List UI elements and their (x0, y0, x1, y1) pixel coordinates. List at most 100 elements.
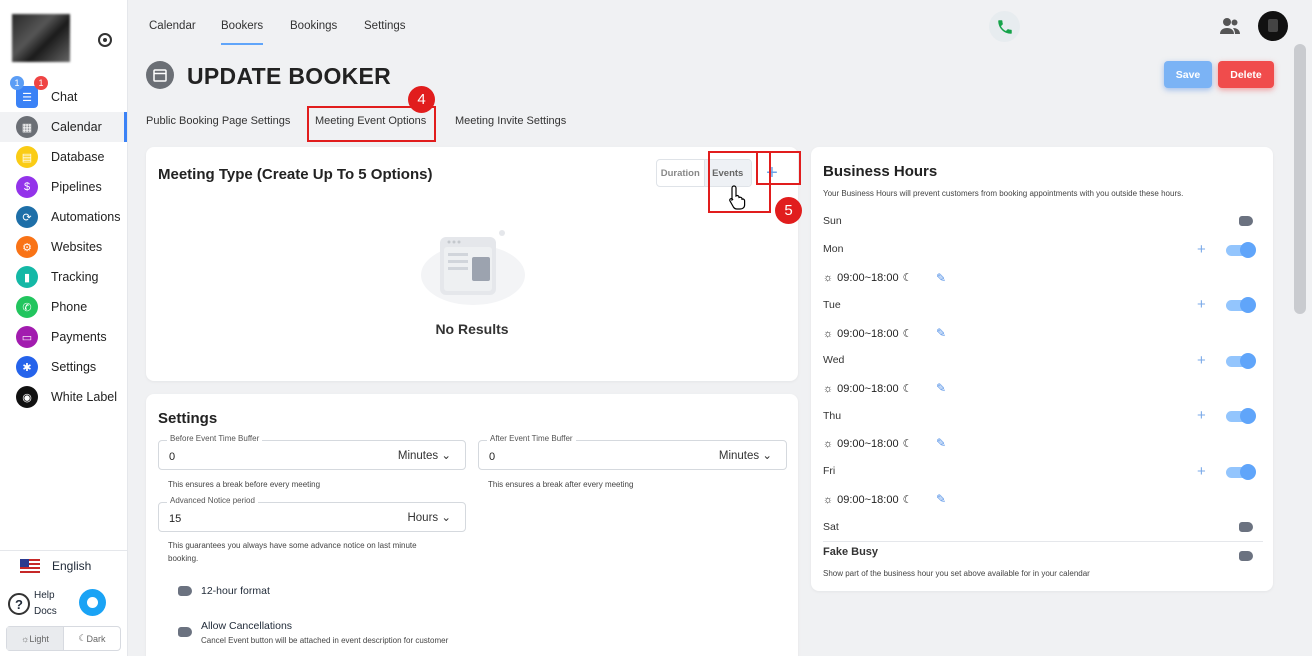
sidebar-item-label: Chat (51, 90, 78, 104)
sidebar-item-settings[interactable]: ✱ Settings (0, 352, 127, 382)
duration-option[interactable]: Duration (657, 160, 704, 186)
tracking-icon: ▮ (16, 266, 38, 288)
sun-icon: ☼ (823, 382, 834, 395)
sun-icon: ☼ (823, 493, 834, 506)
theme-light-label: Light (29, 633, 49, 644)
day-tue: Tue (823, 299, 841, 311)
tab-meeting-invite-settings[interactable]: Meeting Invite Settings (455, 115, 566, 127)
sidebar-item-chat[interactable]: 1 1 ☰ Chat (0, 76, 127, 112)
sidebar-item-calendar[interactable]: ▦ Calendar (0, 112, 127, 142)
page-scrollbar[interactable] (1294, 44, 1306, 314)
wed-time: 09:00~18:00 (837, 382, 899, 395)
users-icon[interactable] (1220, 17, 1240, 35)
fri-add-button[interactable]: + (1197, 463, 1206, 480)
page-title: UPDATE BOOKER (187, 63, 392, 89)
highlight-box-plus (756, 151, 801, 185)
tab-public-booking-page-settings[interactable]: Public Booking Page Settings (146, 115, 290, 127)
top-tab-calendar[interactable]: Calendar (149, 20, 196, 32)
sidebar-item-payments[interactable]: ▭ Payments (0, 322, 127, 352)
save-button[interactable]: Save (1164, 61, 1212, 88)
sidebar-item-database[interactable]: ▤ Database (0, 142, 127, 172)
advanced-notice-unit-select[interactable]: Hours ⌄ (407, 510, 451, 524)
company-logo[interactable] (12, 14, 70, 62)
after-buffer-unit: Minutes (718, 450, 760, 462)
chevron-down-icon: ⌄ (762, 450, 772, 462)
account-switch-icon[interactable] (98, 33, 112, 47)
help-label: Help (34, 590, 55, 601)
sidebar-item-automations[interactable]: ⟳ Automations (0, 202, 127, 232)
thu-edit-icon[interactable]: ✎ (936, 436, 946, 450)
sidebar-item-label: Automations (51, 210, 121, 224)
wed-add-button[interactable]: + (1197, 352, 1206, 369)
tue-toggle[interactable] (1226, 297, 1256, 313)
theme-dark-button[interactable]: ☾ Dark (64, 627, 120, 650)
phone-icon (997, 19, 1012, 34)
mon-toggle[interactable] (1226, 242, 1256, 258)
phone-call-button[interactable] (989, 11, 1020, 42)
allow-cancellations-help: Cancel Event button will be attached in … (201, 636, 449, 645)
moon-icon: ☾ (902, 438, 913, 450)
sun-icon: ☼ (823, 437, 834, 450)
settings-icon: ✱ (16, 356, 38, 378)
mon-time-row: ☼ 09:00~18:00 ☾ (823, 271, 913, 285)
mon-add-button[interactable]: + (1197, 241, 1206, 258)
thu-toggle[interactable] (1226, 408, 1256, 424)
thu-time: 09:00~18:00 (837, 437, 899, 450)
fake-busy-toggle[interactable] (1239, 551, 1253, 561)
websites-icon: ⚙ (16, 236, 38, 258)
theme-switch: ☼ Light ☾ Dark (6, 626, 121, 651)
tue-time-row: ☼ 09:00~18:00 ☾ (823, 327, 912, 341)
before-buffer-unit-select[interactable]: Minutes ⌄ (398, 448, 451, 462)
automations-icon: ⟳ (16, 206, 38, 228)
sidebar-item-phone[interactable]: ✆ Phone (0, 292, 127, 322)
step-badge-5: 5 (775, 197, 802, 224)
business-hours-subtitle: Your Business Hours will prevent custome… (823, 189, 1184, 198)
no-results-text: No Results (435, 321, 509, 337)
wed-toggle[interactable] (1226, 353, 1256, 369)
top-tab-bookings[interactable]: Bookings (290, 20, 337, 32)
after-buffer-label: After Event Time Buffer (487, 434, 576, 443)
mon-edit-icon[interactable]: ✎ (936, 271, 946, 285)
allow-cancellations-toggle[interactable] (178, 627, 192, 637)
language-selector[interactable]: English (0, 550, 127, 580)
moon-icon: ☾ (902, 272, 913, 284)
us-flag-icon (20, 558, 40, 573)
tue-edit-icon[interactable]: ✎ (936, 326, 946, 340)
advanced-notice-help-line2: booking. (168, 554, 199, 563)
top-tab-settings[interactable]: Settings (364, 20, 406, 32)
before-buffer-field[interactable]: Before Event Time Buffer 0 Minutes ⌄ (158, 434, 466, 470)
day-thu: Thu (823, 410, 842, 422)
after-buffer-value: 0 (489, 451, 496, 463)
fri-time-row: ☼ 09:00~18:00 ☾ (823, 493, 912, 507)
user-avatar[interactable] (1258, 11, 1288, 41)
payments-icon: ▭ (16, 326, 38, 348)
thu-time-row: ☼ 09:00~18:00 ☾ (823, 437, 913, 451)
after-buffer-field[interactable]: After Event Time Buffer 0 Minutes ⌄ (478, 434, 787, 470)
hour12-toggle[interactable] (178, 586, 192, 596)
sidebar-item-white-label[interactable]: ◉ White Label (0, 382, 127, 412)
fri-time: 09:00~18:00 (837, 493, 899, 506)
top-tab-bookers[interactable]: Bookers (221, 20, 264, 45)
business-hours-title: Business Hours (823, 163, 938, 180)
support-chat-icon[interactable] (79, 589, 106, 616)
tue-add-button[interactable]: + (1197, 296, 1206, 313)
fri-toggle[interactable] (1226, 464, 1256, 480)
thu-add-button[interactable]: + (1197, 407, 1206, 424)
sat-toggle[interactable] (1239, 522, 1253, 532)
business-hours-card: Business Hours Your Business Hours will … (811, 147, 1273, 591)
after-buffer-unit-select[interactable]: Minutes ⌄ (719, 448, 772, 462)
theme-light-button[interactable]: ☼ Light (7, 627, 64, 650)
wed-edit-icon[interactable]: ✎ (936, 381, 946, 395)
sun-toggle[interactable] (1239, 216, 1253, 226)
palette-icon: ◉ (16, 386, 38, 408)
delete-button[interactable]: Delete (1218, 61, 1274, 88)
sidebar-item-websites[interactable]: ⚙ Websites (0, 232, 127, 262)
moon-icon: ☾ (902, 383, 913, 395)
help-docs-link[interactable]: ? Help Docs (8, 588, 57, 620)
advanced-notice-field[interactable]: Advanced Notice period 15 Hours ⌄ (158, 496, 466, 532)
fri-edit-icon[interactable]: ✎ (936, 492, 946, 506)
sidebar-item-pipelines[interactable]: $ Pipelines (0, 172, 127, 202)
sidebar-item-tracking[interactable]: ▮ Tracking (0, 262, 127, 292)
meeting-type-card: Meeting Type (Create Up To 5 Options) Du… (146, 147, 798, 381)
before-buffer-help: This ensures a break before every meetin… (168, 480, 321, 489)
